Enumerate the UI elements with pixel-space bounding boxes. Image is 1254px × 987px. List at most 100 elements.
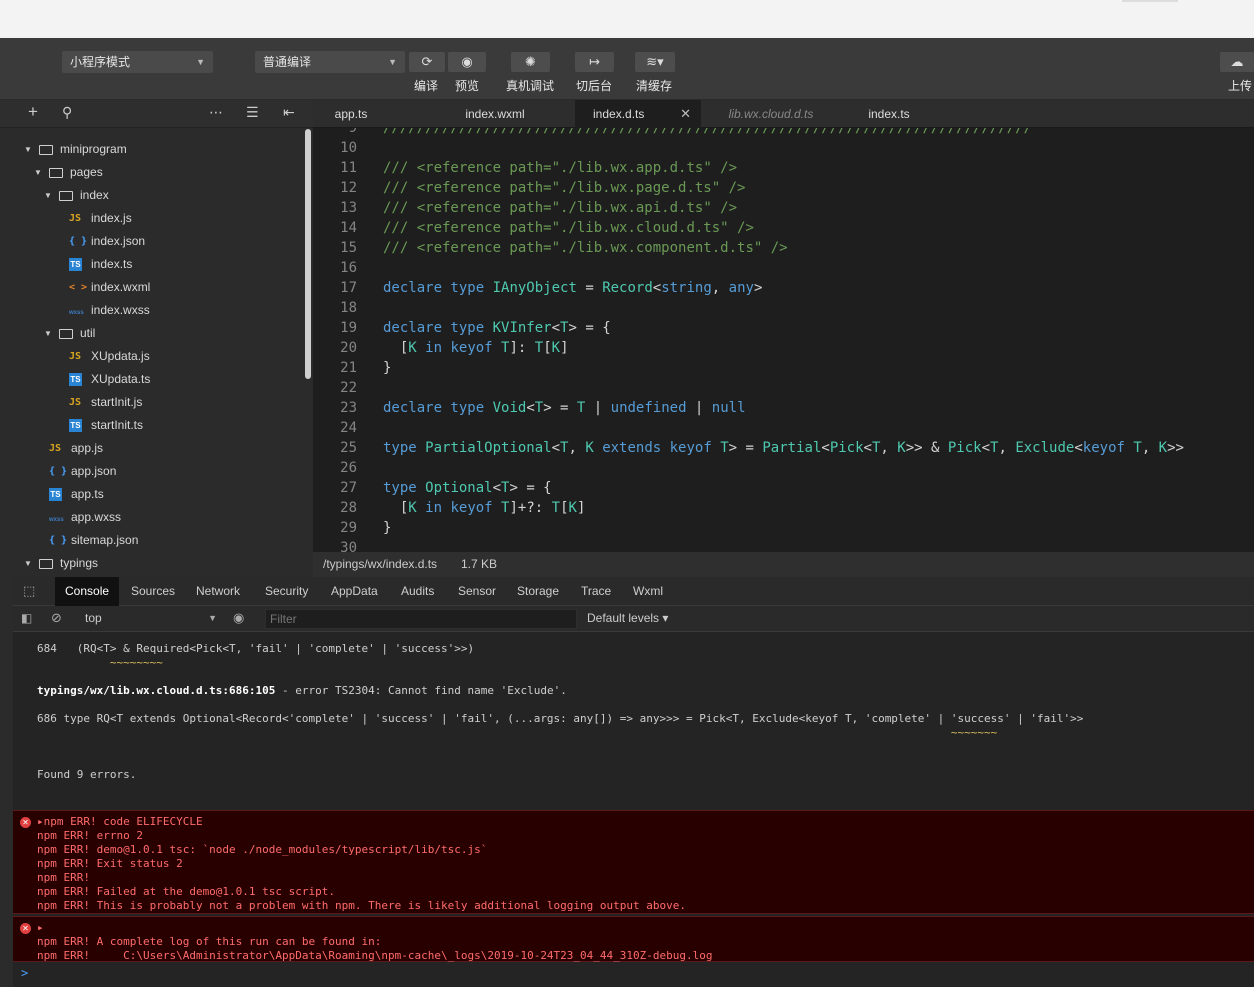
error-icon: ✕ [20, 923, 31, 934]
tree-item[interactable]: { } sitemap.json [0, 529, 303, 552]
code-editor[interactable]: 9 10 11 12 13 14 15 16 17 18 19 20 21 22 23 24 25 26 27 28 2… [313, 128, 1254, 552]
tab-label: Wxml [633, 584, 663, 598]
tree-item[interactable]: JS app.js [0, 437, 303, 460]
plus-icon[interactable]: + [28, 102, 38, 122]
code-line-25: type PartialOptional<T, K extends keyof … [383, 440, 1184, 456]
line-number: 18 [340, 300, 357, 316]
tree-item[interactable]: TS XUpdata.ts [0, 368, 303, 391]
tree-item-label: app.js [71, 441, 104, 455]
tab-console[interactable]: Console [55, 577, 120, 606]
tree-item[interactable]: JS index.js [0, 207, 303, 230]
close-icon[interactable]: ✕ [680, 100, 691, 128]
console-prompt[interactable]: > [21, 966, 28, 980]
preview-button[interactable]: ◉ [448, 52, 486, 72]
tab-lib-wx-cloud-d-ts[interactable]: lib.wx.cloud.d.ts [711, 100, 831, 128]
clear-cache-button[interactable]: ≋▾ [635, 52, 675, 72]
more-icon[interactable]: ⋯ [209, 104, 223, 121]
tab-sources[interactable]: Sources [131, 577, 175, 606]
eye-icon[interactable]: ◉ [233, 610, 244, 626]
compile-button[interactable]: ⟳ [409, 52, 445, 72]
context-select[interactable]: top ▼ [79, 608, 217, 629]
json-file-icon: { } [49, 466, 68, 477]
tree-item[interactable]: wxss index.wxss [0, 299, 303, 322]
ts-file-icon: TS [49, 488, 62, 501]
error-message-block: ✕ ▸npm ERR! code ELIFECYCLE npm ERR! errn… [13, 810, 1254, 914]
tab-index-ts[interactable]: index.ts [853, 100, 925, 128]
line-number: 23 [340, 400, 357, 416]
code-line-20: [K in keyof T]: T[K] [383, 340, 569, 356]
tab-audits[interactable]: Audits [401, 577, 434, 606]
tree-item[interactable]: TS app.ts [0, 483, 303, 506]
tree-item[interactable]: TS startInit.ts [0, 414, 303, 437]
code-line-23: declare type Void<T> = T | undefined | n… [383, 400, 746, 416]
line-number: 9 [348, 128, 357, 136]
tree-item-label: index.ts [91, 257, 133, 271]
window-top-strip [0, 0, 1254, 38]
eye-icon: ◉ [461, 54, 473, 69]
search-icon[interactable]: ⚲ [62, 104, 72, 121]
clear-console-icon[interactable]: ⊘ [51, 610, 62, 626]
remote-debug-button[interactable]: ✺ [511, 52, 550, 72]
tab-index-wxml[interactable]: index.wxml [443, 100, 547, 128]
sidebar-toggle-icon[interactable]: ◧ [21, 611, 32, 625]
chevron-down-icon[interactable]: ▼ [24, 552, 32, 575]
filter-input[interactable] [265, 609, 577, 629]
tree-item[interactable]: JS startInit.js [0, 391, 303, 414]
error-line: npm ERR! A complete log of this run can … [37, 935, 382, 948]
levels-select[interactable]: Default levels ▾ [587, 611, 668, 625]
error-line: npm ERR! C:\Users\Administrator\AppData\… [37, 949, 713, 962]
tree-item[interactable]: wxss app.wxss [0, 506, 303, 529]
tab-appdata[interactable]: AppData [331, 577, 378, 606]
devtools-tabs: ⬚ Console Sources Network Security AppDa… [13, 577, 1254, 606]
tab-label: Sources [131, 584, 176, 598]
mode-select[interactable]: 小程序模式 ▼ [62, 51, 213, 73]
tree-item-label: index [80, 188, 109, 202]
line-number: 24 [340, 420, 357, 436]
tab-label: Storage [517, 584, 560, 598]
tree-item[interactable]: { } app.json [0, 460, 303, 483]
explorer-scrollbar[interactable] [303, 128, 313, 577]
chevron-down-icon[interactable]: ▼ [24, 138, 32, 161]
inspect-icon[interactable]: ⬚ [23, 583, 35, 599]
upload-button[interactable]: ☁ [1220, 52, 1254, 72]
code-line-13: /// <reference path="./lib.wx.api.d.ts" … [383, 200, 738, 216]
chevron-down-icon[interactable]: ▼ [44, 322, 52, 345]
chevron-down-icon[interactable]: ▼ [44, 184, 52, 207]
tree-item[interactable]: ▼ typings [0, 552, 303, 575]
collapse-icon[interactable]: ☰ [246, 104, 259, 121]
line-number: 12 [340, 180, 357, 196]
devtools-left-gutter [0, 577, 13, 987]
tree-item[interactable]: ▼ index [0, 184, 303, 207]
error-line: npm ERR! This is probably not a problem … [37, 899, 687, 912]
split-icon[interactable]: ⇤ [283, 104, 295, 121]
tree-item[interactable]: < > index.wxml [0, 276, 303, 299]
tab-trace[interactable]: Trace [581, 577, 611, 606]
tab-app-ts[interactable]: app.ts [313, 100, 389, 128]
error-line: npm ERR! [37, 871, 90, 884]
tree-item[interactable]: ▼ pages [0, 161, 303, 184]
tab-index-d-ts[interactable]: index.d.ts ✕ [575, 100, 701, 128]
chevron-down-icon[interactable]: ▼ [34, 161, 42, 184]
error-line: npm ERR! demo@1.0.1 tsc: `node ./node_mo… [37, 843, 488, 856]
compile-select[interactable]: 普通编译 ▼ [255, 51, 405, 73]
tree-item[interactable]: { } index.json [0, 230, 303, 253]
file-size: 1.7 KB [461, 557, 498, 571]
ref-path: ./lib.wx.cloud.d.ts [560, 220, 721, 236]
code-line-19: declare type KVInfer<T> = { [383, 320, 611, 336]
tree-item[interactable]: TS index.ts [0, 253, 303, 276]
ref-path: ./lib.wx.app.d.ts [560, 160, 704, 176]
tab-storage[interactable]: Storage [517, 577, 559, 606]
tree-item[interactable]: JS XUpdata.js [0, 345, 303, 368]
tab-network[interactable]: Network [196, 577, 240, 606]
tab-wxml[interactable]: Wxml [633, 577, 663, 606]
tree-item-label: index.js [91, 211, 132, 225]
scrollbar-thumb[interactable] [305, 129, 311, 379]
tree-item[interactable]: ▼ miniprogram [0, 138, 303, 161]
switch-background-button[interactable]: ↦ [575, 52, 614, 72]
json-file-icon: { } [49, 535, 68, 546]
bug-icon: ✺ [525, 54, 536, 69]
tab-label: index.ts [868, 107, 910, 121]
tab-sensor[interactable]: Sensor [458, 577, 496, 606]
tab-security[interactable]: Security [265, 577, 308, 606]
tree-item[interactable]: ▼ util [0, 322, 303, 345]
